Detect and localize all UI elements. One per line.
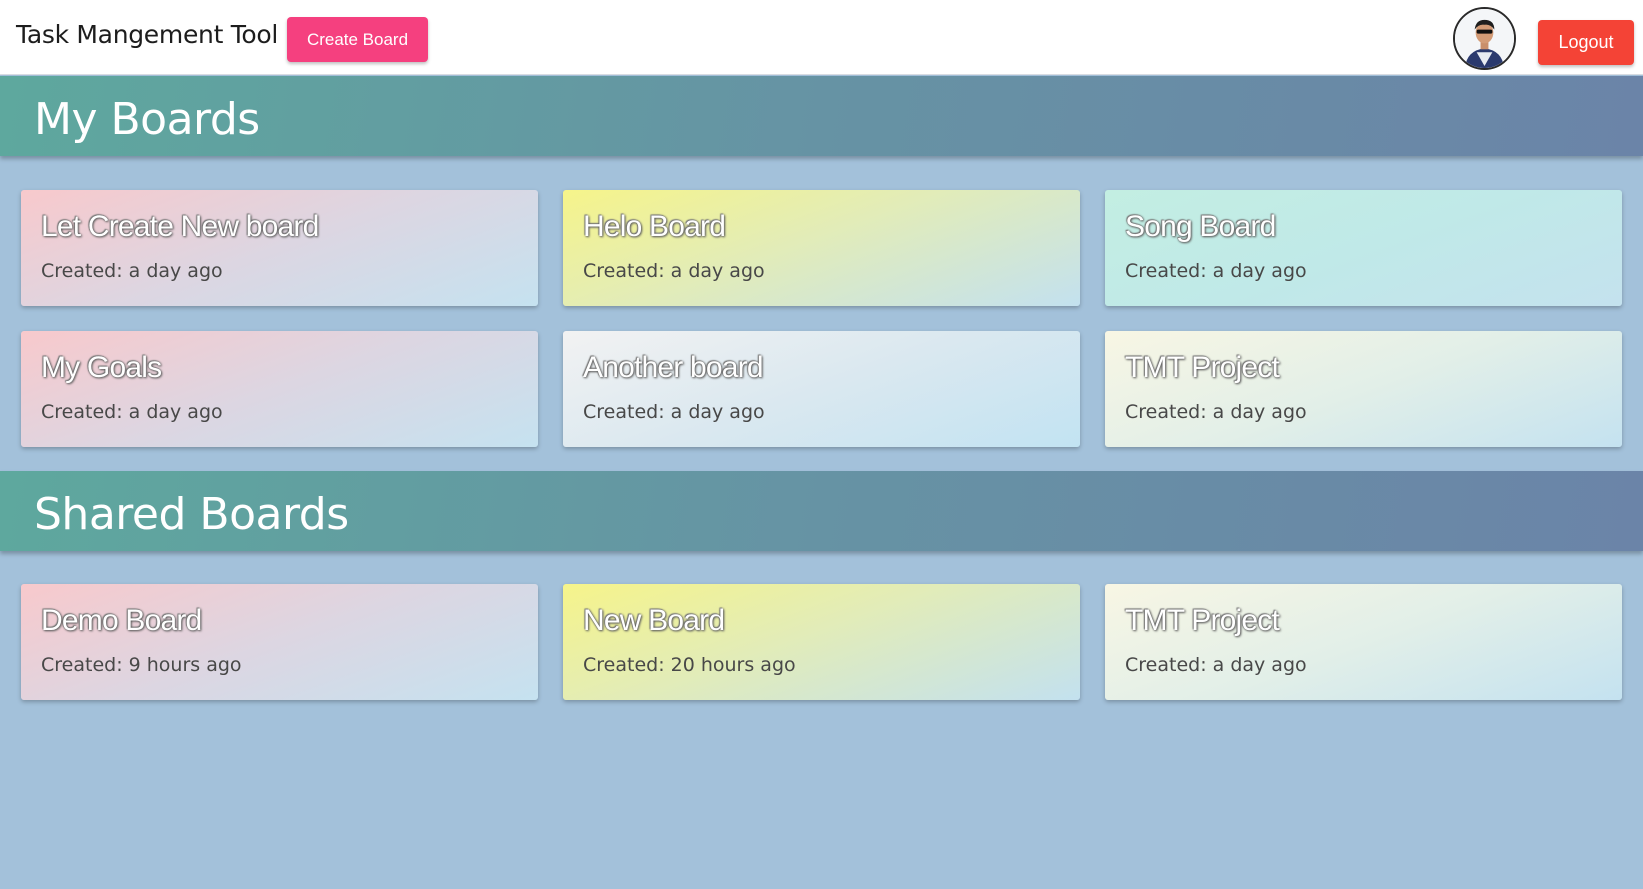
board-created-date: Created: a day ago bbox=[41, 401, 223, 423]
board-title: Song Board bbox=[1125, 210, 1276, 243]
user-avatar-icon[interactable] bbox=[1453, 7, 1516, 70]
board-card[interactable]: Song Board Created: a day ago bbox=[1105, 190, 1622, 306]
create-board-button[interactable]: Create Board bbox=[287, 17, 428, 62]
my-boards-header: My Boards bbox=[0, 76, 1643, 156]
board-title: New Board bbox=[583, 604, 725, 637]
board-card[interactable]: TMT Project Created: a day ago bbox=[1105, 331, 1622, 447]
board-created-date: Created: a day ago bbox=[1125, 260, 1307, 282]
board-created-date: Created: a day ago bbox=[41, 260, 223, 282]
board-card[interactable]: Another board Created: a day ago bbox=[563, 331, 1080, 447]
board-created-date: Created: a day ago bbox=[1125, 401, 1307, 423]
board-created-date: Created: 9 hours ago bbox=[41, 654, 242, 676]
board-created-date: Created: a day ago bbox=[1125, 654, 1307, 676]
app-title: Task Mangement Tool bbox=[16, 20, 279, 49]
my-boards-heading: My Boards bbox=[34, 94, 260, 145]
shared-boards-header: Shared Boards bbox=[0, 471, 1643, 551]
board-title: TMT Project bbox=[1125, 351, 1280, 384]
board-created-date: Created: a day ago bbox=[583, 260, 765, 282]
board-title: Helo Board bbox=[583, 210, 726, 243]
board-card[interactable]: Helo Board Created: a day ago bbox=[563, 190, 1080, 306]
board-title: TMT Project bbox=[1125, 604, 1280, 637]
board-title: My Goals bbox=[41, 351, 162, 384]
board-card[interactable]: Let Create New board Created: a day ago bbox=[21, 190, 538, 306]
board-title: Demo Board bbox=[41, 604, 202, 637]
board-created-date: Created: a day ago bbox=[583, 401, 765, 423]
shared-board-card[interactable]: New Board Created: 20 hours ago bbox=[563, 584, 1080, 700]
top-navbar: Task Mangement Tool Create Board Logout bbox=[0, 0, 1643, 75]
board-title: Another board bbox=[583, 351, 764, 384]
board-title: Let Create New board bbox=[41, 210, 319, 243]
board-created-date: Created: 20 hours ago bbox=[583, 654, 796, 676]
shared-board-card[interactable]: Demo Board Created: 9 hours ago bbox=[21, 584, 538, 700]
board-card[interactable]: My Goals Created: a day ago bbox=[21, 331, 538, 447]
shared-board-card[interactable]: TMT Project Created: a day ago bbox=[1105, 584, 1622, 700]
logout-button[interactable]: Logout bbox=[1538, 20, 1634, 65]
shared-boards-heading: Shared Boards bbox=[34, 489, 349, 540]
